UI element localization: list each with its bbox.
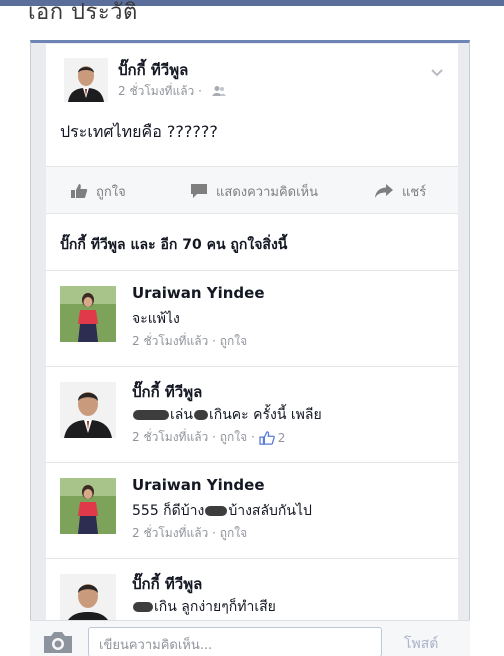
commenter-name[interactable]: Uraiwan Yindee xyxy=(132,476,265,494)
thumbs-up-icon xyxy=(71,184,88,198)
post-action-bar: ถูกใจ แสดงความคิดเห็น แชร์ xyxy=(46,166,458,214)
post-header: ปั๊กกี้ ทีวีพูล 2 ชั่วโมงที่แล้ว · xyxy=(46,44,458,104)
comment-meta: 2 ชั่วโมงที่แล้ว · ถูกใจ xyxy=(132,524,247,543)
comment-meta: 2 ชั่วโมงที่แล้ว · ถูกใจ xyxy=(132,332,247,351)
comment-text: 555 ก็ดีบ้าง บ้างสลับกันไป xyxy=(132,500,312,522)
comment-item: Uraiwan Yindee 555 ก็ดีบ้าง บ้างสลับกันไป… xyxy=(46,462,458,558)
comment-button[interactable]: แสดงความคิดเห็น xyxy=(190,167,318,215)
post-options-chevron-down-icon[interactable] xyxy=(430,64,444,78)
post-comment-button[interactable]: โพสต์ xyxy=(404,633,438,655)
comment-composer: เขียนความคิดเห็น... โพสต์ xyxy=(30,620,470,656)
comment-text: เล่น เกินคะ ครั้งนี้ เพลีย xyxy=(132,404,322,426)
page-heading: เอก ประวัติ xyxy=(28,0,138,25)
commenter-name[interactable]: Uraiwan Yindee xyxy=(132,284,265,302)
comment-text-part: 555 ก็ดีบ้าง xyxy=(132,503,205,519)
post-timestamp[interactable]: 2 ชั่วโมงที่แล้ว · xyxy=(118,84,202,98)
share-arrow-icon xyxy=(375,184,393,198)
comment-text-part: เล่น xyxy=(170,407,193,423)
commenter-name[interactable]: ปั๊กกี้ ทีวีพูล xyxy=(132,572,202,596)
commenter-avatar[interactable] xyxy=(60,478,116,534)
comment-text: เกิน ลูกง่ายๆก็ทำเสีย xyxy=(132,596,276,618)
friends-icon xyxy=(212,85,226,100)
like-button[interactable]: ถูกใจ xyxy=(70,167,126,215)
comment-meta-text[interactable]: 2 ชั่วโมงที่แล้ว · ถูกใจ · xyxy=(132,428,255,447)
comment-input[interactable]: เขียนความคิดเห็น... xyxy=(88,627,382,656)
comment-text-part: บ้างสลับกันไป xyxy=(228,503,312,519)
redaction-mark xyxy=(193,410,208,420)
post-card: ปั๊กกี้ ทีวีพูล 2 ชั่วโมงที่แล้ว · ประเท… xyxy=(46,44,458,656)
like-count-value: 2 xyxy=(277,430,286,445)
redaction-mark xyxy=(133,602,153,612)
comment-meta: 2 ชั่วโมงที่แล้ว · ถูกใจ · 2 xyxy=(132,428,285,447)
commenter-avatar[interactable] xyxy=(60,382,116,438)
commenter-name[interactable]: ปั๊กกี้ ทีวีพูล xyxy=(132,380,202,404)
comment-meta-text[interactable]: 2 ชั่วโมงที่แล้ว · ถูกใจ xyxy=(132,332,247,351)
comment-text-part: เกิน ลูกง่ายๆก็ทำเสีย xyxy=(154,599,276,615)
camera-icon[interactable] xyxy=(40,629,76,656)
comment-text: จะแพ้ไง xyxy=(132,311,180,327)
author-avatar[interactable] xyxy=(64,58,108,102)
comment-item: ปั๊กกี้ ทีวีพูล เล่น เกินคะ ครั้งนี้ เพลี… xyxy=(46,366,458,462)
like-label: ถูกใจ xyxy=(96,184,126,200)
comment-like-count[interactable]: 2 xyxy=(259,430,286,445)
post-meta: 2 ชั่วโมงที่แล้ว · xyxy=(118,82,226,101)
comment-label: แสดงความคิดเห็น xyxy=(216,184,319,200)
comment-text-part: เกินคะ ครั้งนี้ เพลีย xyxy=(208,407,322,423)
likes-summary[interactable]: ปั๊กกี้ ทีวีพูล และ อีก 70 คน ถูกใจสิ่งน… xyxy=(60,234,287,256)
post-text: ประเทศไทยคือ ?????? xyxy=(60,122,218,141)
comment-item: Uraiwan Yindee จะแพ้ไง 2 ชั่วโมงที่แล้ว … xyxy=(46,270,458,366)
speech-bubble-icon xyxy=(191,184,207,198)
thumbs-up-icon xyxy=(259,430,275,445)
share-button[interactable]: แชร์ xyxy=(374,167,426,215)
post-author-name[interactable]: ปั๊กกี้ ทีวีพูล xyxy=(118,58,188,82)
comment-meta-text[interactable]: 2 ชั่วโมงที่แล้ว · ถูกใจ xyxy=(132,524,247,543)
redaction-mark xyxy=(133,410,169,420)
share-label: แชร์ xyxy=(402,184,427,200)
commenter-avatar[interactable] xyxy=(60,286,116,342)
redaction-mark xyxy=(205,506,228,516)
